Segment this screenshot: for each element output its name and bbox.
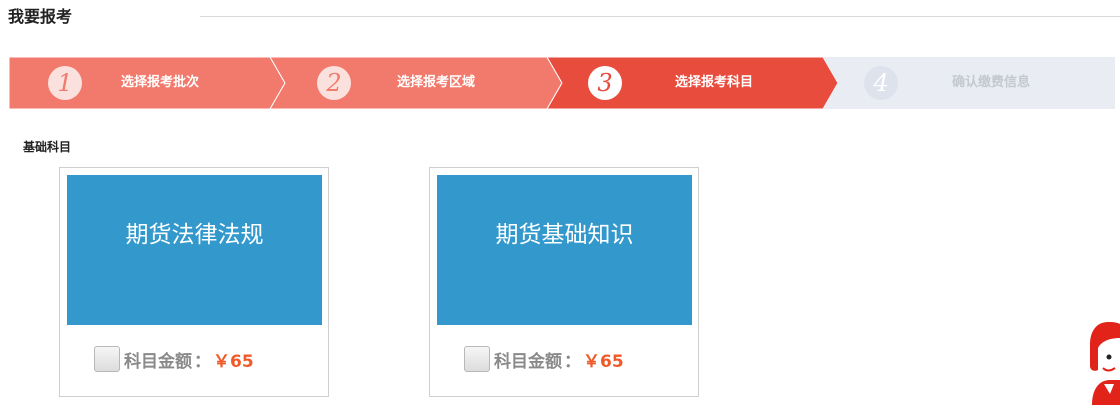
subject-tile[interactable]: 期货基础知识 [437, 175, 692, 325]
customer-service-avatar-icon[interactable] [1086, 318, 1120, 405]
subject-name: 期货法律法规 [125, 222, 264, 248]
section-title: 基础科目 [23, 140, 72, 154]
step-1-number: 1 [48, 66, 82, 100]
step-2-label: 选择报考区域 [397, 75, 476, 90]
fee-price: ￥65 [583, 351, 624, 372]
page-header: 我要报考 [8, 6, 72, 30]
subject-checkbox[interactable] [464, 346, 490, 372]
step-3-number: 3 [588, 66, 622, 100]
step-4-label: 确认缴费信息 [952, 75, 1031, 90]
fee-separator: ： [564, 351, 581, 372]
exam-registration-page: 我要报考 1 选择报考批次 2 选择报考区域 3 选择报考科目 4 确认缴费信息… [0, 0, 1120, 405]
subject-tile[interactable]: 期货法律法规 [67, 175, 322, 325]
step-4-number: 4 [864, 66, 898, 100]
subject-card[interactable]: 期货法律法规 科目金额 ： ￥65 [59, 167, 329, 397]
subject-checkbox[interactable] [94, 346, 120, 372]
header-divider [200, 16, 1120, 17]
fee-label: 科目金额 [124, 351, 192, 372]
fee-price: ￥65 [213, 351, 254, 372]
step-1-label: 选择报考批次 [121, 75, 200, 90]
subject-fee-row: 科目金额 ： ￥65 [94, 346, 254, 372]
fee-separator: ： [194, 351, 211, 372]
subject-card[interactable]: 期货基础知识 科目金额 ： ￥65 [429, 167, 699, 397]
subject-name: 期货基础知识 [495, 222, 634, 248]
step-progress: 1 选择报考批次 2 选择报考区域 3 选择报考科目 4 确认缴费信息 [9, 57, 1115, 109]
page-title: 我要报考 [8, 7, 73, 26]
step-3-label: 选择报考科目 [675, 75, 754, 90]
step-2-number: 2 [317, 66, 351, 100]
fee-label: 科目金额 [494, 351, 562, 372]
subject-fee-row: 科目金额 ： ￥65 [464, 346, 624, 372]
